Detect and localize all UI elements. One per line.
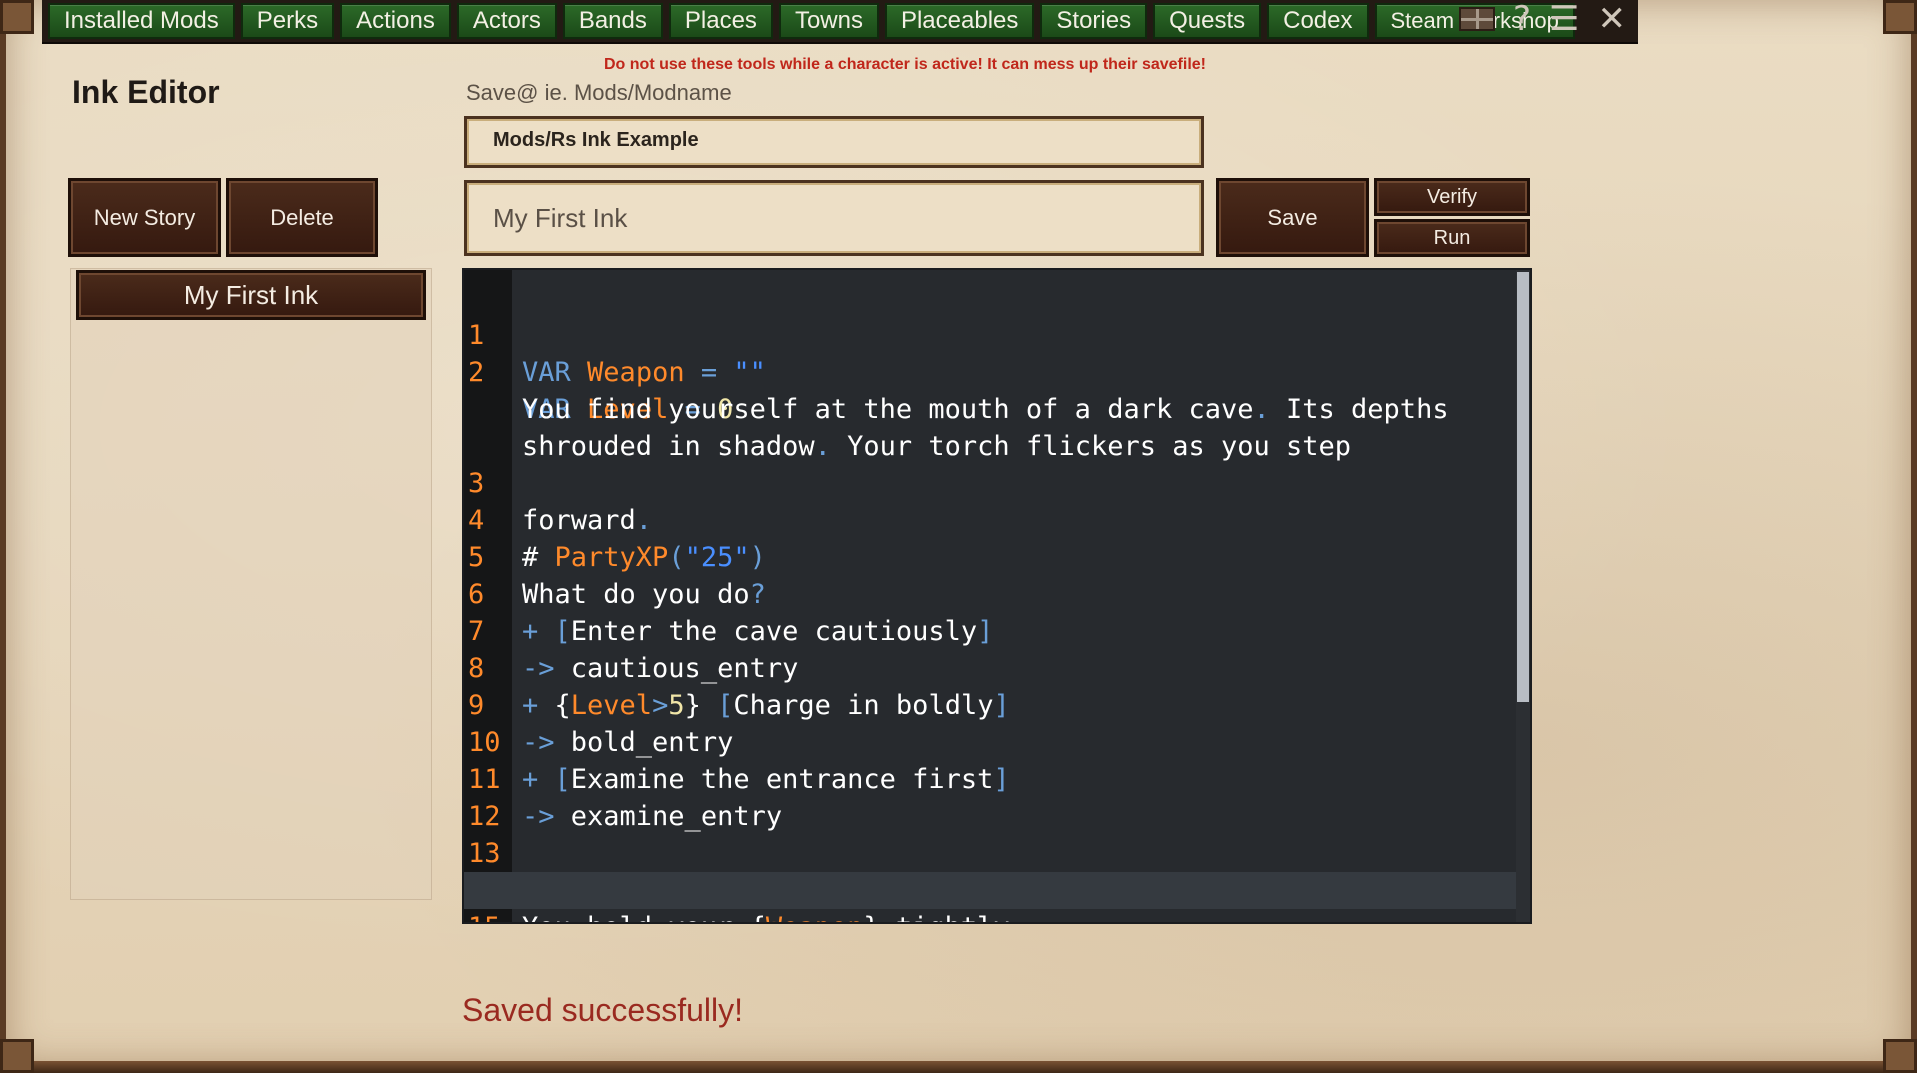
close-icon[interactable]: ✕	[1598, 2, 1627, 36]
code-line: 9 -> bold_entry	[468, 690, 734, 758]
story-list-panel	[70, 268, 432, 900]
frame-corner	[0, 1039, 34, 1073]
tab-placeables[interactable]: Placeables	[884, 3, 1035, 39]
save-path-input[interactable]: Mods/Rs Ink Example	[464, 116, 1204, 168]
menu-icon[interactable]: ☰	[1549, 2, 1579, 36]
tab-quests[interactable]: Quests	[1153, 3, 1262, 39]
editor-scrollbar-thumb[interactable]	[1517, 272, 1529, 702]
tab-actions[interactable]: Actions	[340, 3, 451, 39]
flag-icon[interactable]	[1458, 7, 1495, 31]
frame-corner	[0, 0, 34, 34]
code-line: 13 == cautious_entry ==	[468, 838, 847, 906]
code-line: 16 ->END	[464, 909, 1524, 922]
code-line-highlighted: 15 # PartyEffect("Guardian", "Show")	[464, 872, 1524, 922]
save-button[interactable]: Save	[1216, 178, 1369, 257]
new-story-button[interactable]: New Story	[68, 178, 221, 257]
ink-code-editor[interactable]: 1 VAR Weapon = "" 2 VAR Level = 0 You fi…	[462, 268, 1532, 924]
tab-codex[interactable]: Codex	[1267, 3, 1369, 39]
code-line: 3 forward.	[468, 468, 653, 536]
tab-towns[interactable]: Towns	[778, 3, 879, 39]
code-line: 12	[468, 801, 501, 832]
code-line: shrouded in shadow. Your torch flickers …	[522, 431, 1352, 462]
tab-bands[interactable]: Bands	[562, 3, 663, 39]
run-button[interactable]: Run	[1374, 219, 1530, 257]
story-list-item[interactable]: My First Ink	[76, 270, 426, 320]
top-navigation: Installed Mods Perks Actions Actors Band…	[42, 0, 1638, 44]
page-title: Ink Editor	[72, 74, 220, 110]
story-name-input[interactable]: My First Ink	[464, 180, 1204, 256]
tab-actors[interactable]: Actors	[456, 3, 557, 39]
code-line: 11 -> examine_entry	[468, 764, 783, 832]
code-line: 10 + [Examine the entrance first]	[468, 727, 1010, 795]
help-icon[interactable]: ?	[1513, 2, 1531, 36]
code-line: 8 + {Level>5} [Charge in boldly]	[468, 653, 1010, 721]
code-line: 14 You hold your {Weapon} tightly...	[464, 835, 1524, 922]
code-line: 5 What do you do?	[468, 542, 766, 610]
status-message: Saved successfully!	[462, 992, 744, 1028]
warning-message: Do not use these tools while a character…	[604, 56, 1206, 73]
editor-scrollbar-track[interactable]	[1516, 270, 1530, 922]
code-line: 7 -> cautious_entry	[468, 616, 799, 684]
code-line: You find yourself at the mouth of a dark…	[522, 394, 1449, 425]
verify-button[interactable]: Verify	[1374, 178, 1530, 216]
frame-corner	[1883, 0, 1917, 34]
save-path-hint: Save@ ie. Mods/Modname	[466, 80, 732, 105]
frame-bottom	[0, 1061, 1917, 1073]
tab-perks[interactable]: Perks	[240, 3, 335, 39]
code-line: 4 # PartyXP("25")	[468, 505, 766, 573]
code-line: 1 VAR Weapon = ""	[468, 320, 766, 388]
tab-places[interactable]: Places	[668, 3, 773, 39]
code-line: 2 VAR Level = 0	[468, 357, 734, 425]
delete-button[interactable]: Delete	[226, 178, 378, 257]
tab-installed-mods[interactable]: Installed Mods	[48, 3, 235, 39]
code-line: 6 + [Enter the cave cautiously]	[468, 579, 994, 647]
frame-corner	[1883, 1039, 1917, 1073]
top-icons: ? ☰ ✕	[1458, 2, 1627, 36]
tab-stories[interactable]: Stories	[1040, 3, 1148, 39]
